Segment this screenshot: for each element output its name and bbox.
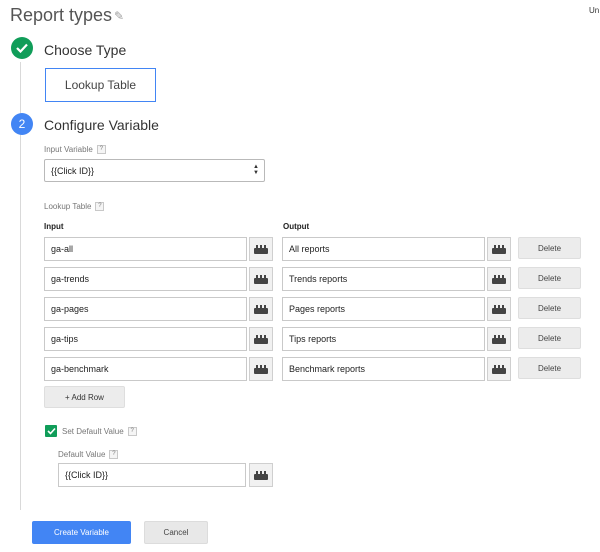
input-variable-label: Input Variable ? [44, 145, 106, 154]
brick-icon [254, 244, 268, 254]
page-title: Report types [10, 5, 113, 25]
input-variable-value: {{Click ID}} [51, 165, 95, 176]
default-value-label-text: Default Value [58, 450, 106, 459]
delete-row-button[interactable]: Delete [518, 327, 581, 349]
input-column-header: Input [44, 222, 64, 231]
lookup-table-label-text: Lookup Table [44, 202, 92, 211]
checkmark-icon [46, 427, 56, 435]
set-default-value-label-text: Set Default Value [62, 427, 124, 436]
variable-picker-button[interactable] [249, 327, 273, 351]
brick-icon [254, 304, 268, 314]
variable-picker-button[interactable] [249, 237, 273, 261]
select-arrows-icon: ▲ ▼ [253, 164, 259, 176]
cancel-button[interactable]: Cancel [144, 521, 208, 544]
variable-picker-button[interactable] [249, 357, 273, 381]
top-right-text: Un [589, 6, 600, 15]
table-row: ga-pages Pages reports Delete [0, 297, 600, 323]
step-number-badge: 2 [11, 113, 33, 135]
lookup-input-field[interactable]: ga-trends [44, 267, 247, 291]
lookup-output-field[interactable]: Benchmark reports [282, 357, 485, 381]
brick-icon [254, 470, 268, 480]
output-column-header: Output [283, 222, 310, 231]
default-value-label: Default Value ? [58, 450, 119, 459]
help-icon[interactable]: ? [109, 450, 119, 459]
variable-picker-button[interactable] [487, 327, 511, 351]
lookup-input-field[interactable]: ga-tips [44, 327, 247, 351]
help-icon[interactable]: ? [95, 202, 105, 211]
variable-picker-button[interactable] [487, 267, 511, 291]
delete-row-button[interactable]: Delete [518, 237, 581, 259]
step-configure-variable-label: Configure Variable [44, 117, 159, 133]
lookup-output-field[interactable]: Trends reports [282, 267, 485, 291]
lookup-output-field[interactable]: All reports [282, 237, 485, 261]
variable-type-selector[interactable]: Lookup Table [45, 68, 156, 102]
step-complete-check-icon [11, 37, 33, 59]
delete-row-button[interactable]: Delete [518, 357, 581, 379]
variable-picker-button[interactable] [249, 463, 273, 487]
brick-icon [492, 304, 506, 314]
table-row: ga-benchmark Benchmark reports Delete [0, 357, 600, 383]
variable-picker-button[interactable] [487, 297, 511, 321]
lookup-input-field[interactable]: ga-benchmark [44, 357, 247, 381]
lookup-input-field[interactable]: ga-pages [44, 297, 247, 321]
lookup-output-field[interactable]: Tips reports [282, 327, 485, 351]
variable-picker-button[interactable] [249, 297, 273, 321]
step-choose-type-label[interactable]: Choose Type [44, 42, 126, 58]
help-icon[interactable]: ? [127, 427, 137, 436]
help-icon[interactable]: ? [96, 145, 106, 154]
brick-icon [254, 334, 268, 344]
brick-icon [492, 364, 506, 374]
input-variable-label-text: Input Variable [44, 145, 93, 154]
set-default-value-label: Set Default Value ? [62, 427, 137, 436]
create-variable-button[interactable]: Create Variable [32, 521, 131, 544]
variable-picker-button[interactable] [487, 357, 511, 381]
lookup-input-field[interactable]: ga-all [44, 237, 247, 261]
variable-picker-button[interactable] [487, 237, 511, 261]
pencil-icon[interactable]: ✎ [114, 9, 124, 23]
brick-icon [492, 244, 506, 254]
default-value-field[interactable]: {{Click ID}} [58, 463, 246, 487]
delete-row-button[interactable]: Delete [518, 267, 581, 289]
brick-icon [492, 274, 506, 284]
brick-icon [254, 364, 268, 374]
table-row: ga-all All reports Delete [0, 237, 600, 263]
lookup-table-label: Lookup Table ? [44, 202, 105, 211]
lookup-output-field[interactable]: Pages reports [282, 297, 485, 321]
set-default-value-checkbox[interactable] [45, 425, 57, 437]
variable-picker-button[interactable] [249, 267, 273, 291]
table-row: ga-trends Trends reports Delete [0, 267, 600, 293]
input-variable-select[interactable]: {{Click ID}} ▲ ▼ [44, 159, 265, 182]
brick-icon [254, 274, 268, 284]
add-row-button[interactable]: + Add Row [44, 386, 125, 408]
delete-row-button[interactable]: Delete [518, 297, 581, 319]
table-row: ga-tips Tips reports Delete [0, 327, 600, 353]
brick-icon [492, 334, 506, 344]
